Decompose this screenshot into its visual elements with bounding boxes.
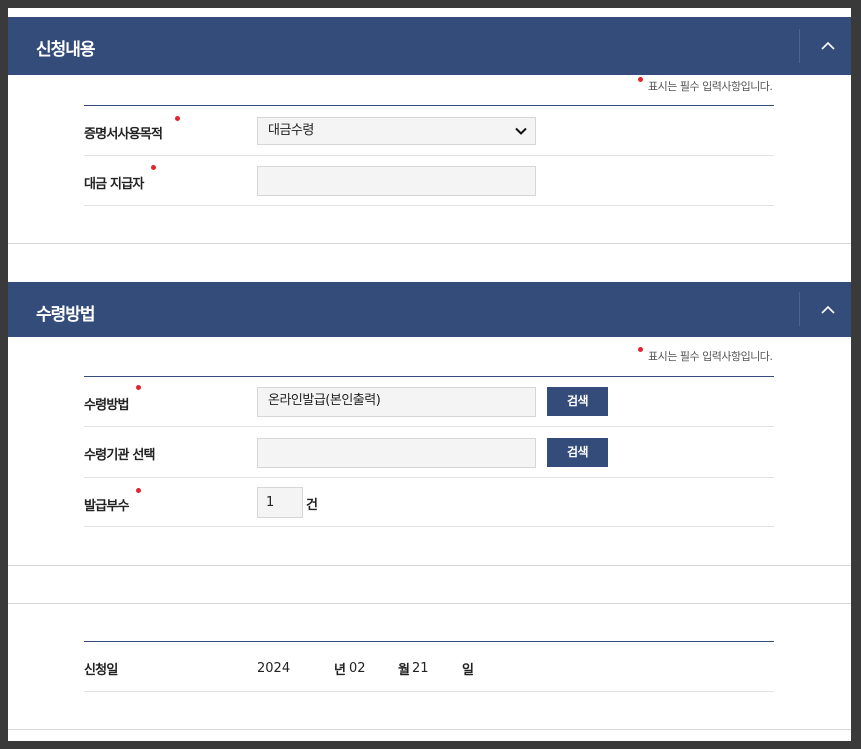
method-label: 수령방법: [84, 398, 129, 413]
purpose-label: 증명서사용목적: [84, 127, 163, 142]
application-form: 신청내용 표시는 필수 입력사항입니다. 증명서사용목적 대금수령 대금 지급자…: [8, 8, 851, 741]
agency-label: 수령기관 선택: [84, 448, 155, 463]
collapse-toggle-button[interactable]: [805, 17, 851, 75]
table-top-rule: [84, 105, 774, 106]
row-rule: [84, 426, 774, 427]
copies-unit: 건: [306, 498, 318, 513]
row-rule: [84, 155, 774, 156]
row-rule: [84, 526, 774, 527]
header-divider: [799, 292, 800, 326]
purpose-select-value: 대금수령: [268, 123, 314, 138]
collapse-toggle-button[interactable]: [805, 282, 851, 337]
table-top-rule: [84, 641, 774, 642]
required-mark: [175, 116, 180, 121]
section-title: 신청내용: [36, 40, 96, 60]
section-separator: [8, 565, 851, 566]
year-value: 2024: [257, 661, 291, 676]
chevron-down-icon: [515, 127, 527, 135]
chevron-up-icon: [821, 305, 835, 314]
section-separator: [8, 243, 851, 244]
application-date-label: 신청일: [84, 663, 118, 678]
method-search-button[interactable]: 검색: [547, 387, 608, 416]
day-value: 21: [412, 661, 429, 676]
section-header-receipt: 수령방법: [8, 282, 851, 337]
section-title: 수령방법: [36, 305, 96, 325]
row-rule: [84, 205, 774, 206]
payer-input[interactable]: [257, 166, 536, 196]
method-input[interactable]: 온라인발급(본인출력): [257, 387, 536, 417]
chevron-up-icon: [821, 41, 835, 50]
row-rule: [84, 477, 774, 478]
section-header-application: 신청내용: [8, 17, 851, 75]
section-separator: [8, 603, 851, 604]
agency-input[interactable]: [257, 438, 536, 468]
month-value: 02: [349, 661, 366, 676]
copies-input[interactable]: 1: [257, 487, 303, 518]
section-separator: [8, 729, 851, 730]
month-unit: 월: [398, 663, 410, 678]
required-mark: [638, 77, 643, 82]
payer-label: 대금 지급자: [84, 177, 144, 192]
header-divider: [799, 29, 800, 63]
required-mark: [151, 165, 156, 170]
required-note: 표시는 필수 입력사항입니다.: [648, 80, 773, 93]
day-unit: 일: [462, 663, 474, 678]
purpose-select[interactable]: 대금수령: [257, 117, 536, 145]
table-top-rule: [84, 376, 774, 377]
year-unit: 년: [334, 663, 346, 678]
required-note: 표시는 필수 입력사항입니다.: [648, 350, 773, 363]
required-mark: [136, 488, 141, 493]
required-mark: [638, 347, 643, 352]
row-rule: [84, 691, 774, 692]
agency-search-button[interactable]: 검색: [547, 438, 608, 467]
required-mark: [136, 385, 141, 390]
copies-label: 발급부수: [84, 499, 129, 514]
